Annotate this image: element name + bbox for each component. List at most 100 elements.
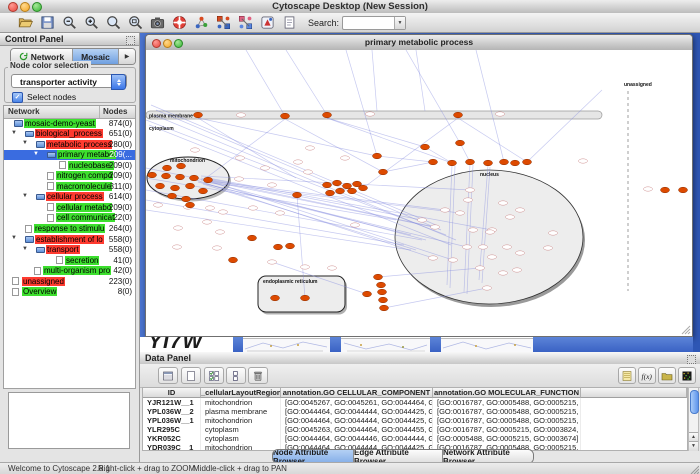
selected-gene-node[interactable]	[661, 187, 670, 193]
cell-id[interactable]: YPL036W__2	[143, 407, 201, 416]
gene-node[interactable]	[516, 251, 525, 255]
gene-node[interactable]	[294, 160, 303, 164]
column-header-annotation.GO MOLECULAR_FUNCTION[interactable]: annotation.GO MOLECULAR_FUNCTION	[433, 388, 581, 398]
gene-node[interactable]	[449, 258, 458, 262]
tree-row-nitrogen-compo[interactable]: nitrogen compo209(0)	[4, 171, 135, 182]
gene-node[interactable]	[191, 148, 200, 152]
selected-gene-node[interactable]	[336, 188, 345, 194]
float-panel-icon[interactable]	[126, 36, 135, 45]
selected-gene-node[interactable]	[421, 144, 430, 150]
tree-row-unassigned[interactable]: unassigned223(0)	[4, 276, 135, 287]
selected-gene-node[interactable]	[163, 165, 172, 171]
gene-node[interactable]	[154, 203, 163, 207]
gene-node[interactable]	[516, 208, 525, 212]
gene-node[interactable]	[213, 246, 222, 250]
gene-node[interactable]	[351, 223, 360, 227]
selected-gene-node[interactable]	[380, 305, 389, 311]
hide-graphics-details-button[interactable]	[238, 15, 253, 30]
gene-node[interactable]	[216, 230, 225, 234]
selected-gene-node[interactable]	[186, 202, 195, 208]
cell-id[interactable]: YLR295C	[143, 425, 201, 434]
attribute-table[interactable]: ID_cellularLayoutRegionannotation.GO CEL…	[142, 387, 688, 451]
gene-node[interactable]	[496, 112, 505, 116]
selected-gene-node[interactable]	[293, 192, 302, 198]
tree-row-macromolecule[interactable]: macromolecule311(0)	[4, 181, 135, 192]
edge[interactable]	[209, 182, 426, 240]
tree-label[interactable]: biological_process	[35, 129, 103, 138]
selected-gene-node[interactable]	[484, 160, 493, 166]
gene-node[interactable]	[549, 231, 558, 235]
cell-cellular-component[interactable]: [GO:0045267, GO:0045261, GO:0044464, G..…	[281, 398, 433, 407]
gene-node[interactable]	[469, 228, 478, 232]
selected-gene-node[interactable]	[323, 112, 332, 118]
combo-stepper-icon[interactable]	[111, 74, 126, 90]
network-graph[interactable]: plasma membranecytoplasmmitochondrionnuc…	[146, 50, 692, 336]
selected-gene-node[interactable]	[456, 140, 465, 146]
save-session-button[interactable]	[40, 15, 55, 30]
gene-node[interactable]	[544, 246, 553, 250]
edge[interactable]	[406, 50, 460, 143]
edge[interactable]	[476, 50, 504, 162]
enhanced-search-button[interactable]	[282, 15, 297, 30]
snapshot-button[interactable]	[150, 15, 165, 30]
unselect-all-attributes-button[interactable]	[181, 367, 201, 384]
expand-arrow-icon[interactable]: ▼	[22, 246, 28, 252]
column-header-_cellularLayoutRegion[interactable]: _cellularLayoutRegion	[201, 388, 281, 398]
background-window-thumbnail[interactable]	[243, 338, 330, 352]
cell-cellular-component[interactable]: [GO:0044464, GO:0044446, GO:0044444, G..…	[281, 434, 433, 443]
delete-attribute-button[interactable]	[248, 367, 268, 384]
selected-gene-node[interactable]	[286, 243, 295, 249]
gene-node[interactable]	[418, 218, 427, 222]
tree-label[interactable]: secretion	[65, 256, 99, 265]
gene-node[interactable]	[237, 113, 246, 117]
selected-gene-node[interactable]	[454, 112, 463, 118]
gene-node[interactable]	[486, 230, 495, 234]
selected-gene-node[interactable]	[177, 163, 186, 169]
background-window-titlebar[interactable]	[330, 337, 341, 352]
gene-node[interactable]	[429, 256, 438, 260]
tree-label[interactable]: metabolic process	[46, 140, 112, 149]
cell-cellular-component[interactable]: [GO:0044464, GO:0044444, GO:0044425, G..…	[281, 416, 433, 425]
table-row[interactable]: YKR052Ccytoplasm[GO:0044464, GO:0044446,…	[143, 434, 688, 443]
gene-node[interactable]	[219, 210, 228, 214]
selected-gene-node[interactable]	[182, 196, 191, 202]
selected-gene-node[interactable]	[378, 289, 387, 295]
tree-label[interactable]: transport	[46, 245, 80, 254]
gene-node[interactable]	[479, 245, 488, 249]
nodes-column-header[interactable]: Nodes	[103, 107, 127, 116]
gene-node[interactable]	[513, 268, 522, 272]
gene-node[interactable]	[463, 245, 472, 249]
tree-label[interactable]: nitrogen compo	[56, 171, 113, 180]
gene-node[interactable]	[173, 245, 182, 249]
gene-node[interactable]	[236, 156, 245, 160]
gene-node[interactable]	[249, 206, 258, 210]
chevron-down-icon[interactable]: ▼	[394, 17, 405, 29]
gene-node[interactable]	[456, 211, 465, 215]
tree-row-primary-metabol[interactable]: ▼primary metabol209(...	[4, 150, 135, 161]
tree-label[interactable]: cellular process	[46, 192, 104, 201]
gene-node[interactable]	[431, 225, 440, 229]
selected-gene-node[interactable]	[377, 282, 386, 288]
table-row[interactable]: YJR121W__1mitochondrion[GO:0045267, GO:0…	[143, 398, 688, 407]
network-button[interactable]	[194, 15, 209, 30]
selected-gene-node[interactable]	[348, 188, 357, 194]
gene-node[interactable]	[499, 271, 508, 275]
selected-gene-node[interactable]	[448, 160, 457, 166]
frame-resize-grip-icon[interactable]	[682, 326, 690, 334]
cell-region[interactable]: mitochondrion	[201, 398, 281, 407]
edge[interactable]	[286, 50, 327, 115]
expand-arrow-icon[interactable]: ▼	[11, 235, 17, 241]
table-scrollbar[interactable]: ▲ ▼	[688, 387, 699, 451]
cell-region[interactable]: cytoplasm	[201, 434, 281, 443]
selected-gene-node[interactable]	[301, 295, 310, 301]
expand-arrow-icon[interactable]: ▼	[22, 193, 28, 199]
tree-label[interactable]: unassigned	[22, 277, 65, 286]
expand-arrow-icon[interactable]: ▼	[22, 140, 28, 146]
table-row[interactable]: YPL036W__1mitochondrion[GO:0044464, GO:0…	[143, 416, 688, 425]
gene-node[interactable]	[466, 188, 475, 192]
network-canvas[interactable]: plasma membranecytoplasmmitochondrionnuc…	[146, 50, 692, 336]
tree-row-establishment-of-lo[interactable]: ▼establishment of lo558(0)	[4, 234, 135, 245]
cell-molecular-function[interactable]: [GO:0016787, GO:0005488, GO:0005215, G..…	[433, 416, 581, 425]
cell-cellular-component[interactable]: [GO:0044464, GO:0044444, GO:0044425, G..…	[281, 407, 433, 416]
tree-row-metabolic-process[interactable]: ▼metabolic process280(0)	[4, 139, 135, 150]
